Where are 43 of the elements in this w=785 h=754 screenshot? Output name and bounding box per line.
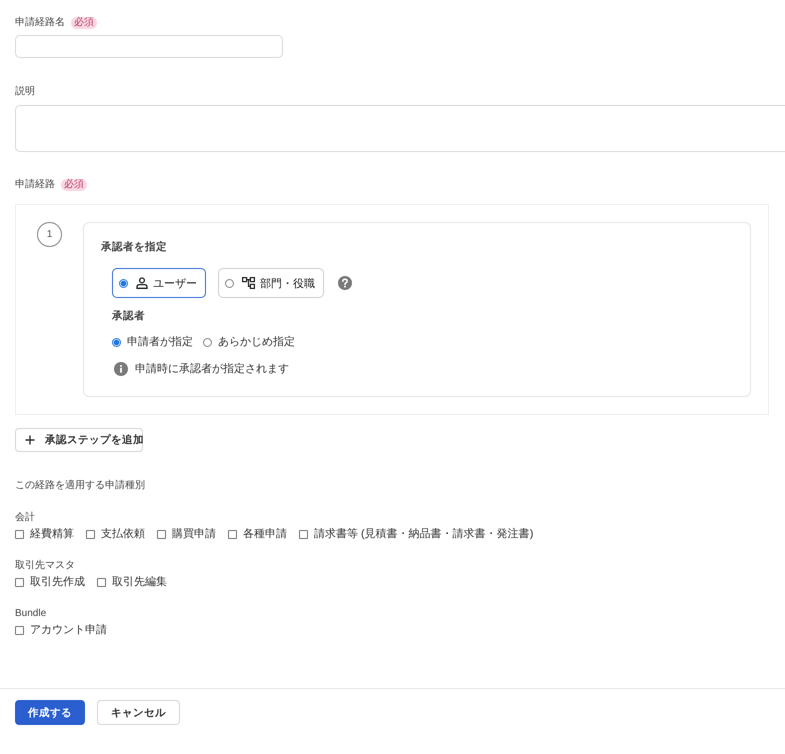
checkbox[interactable] (15, 578, 24, 586)
org-chart-icon (242, 277, 255, 289)
checkbox[interactable] (157, 530, 166, 538)
create-button[interactable]: 作成する (15, 700, 85, 725)
info-icon (114, 362, 128, 376)
checkbox-option[interactable]: 取引先編集 (97, 575, 167, 589)
checkbox-option[interactable]: 経費精算 (15, 527, 74, 541)
checkbox-option[interactable]: 各種申請 (228, 527, 287, 541)
cancel-button[interactable]: キャンセル (97, 700, 180, 725)
section-label: この経路を適用する申請種別 (15, 479, 145, 493)
group-label: 取引先マスタ (15, 560, 75, 572)
approver-label: 承認者 (112, 309, 145, 323)
required-badge: 必須 (71, 17, 97, 29)
field-label: 申請経路名 (15, 16, 65, 30)
group-label: Bundle (15, 608, 46, 620)
add-step-button[interactable]: 承認ステップを追加 (15, 428, 143, 452)
description-field[interactable] (15, 105, 785, 152)
checkbox[interactable] (228, 530, 237, 538)
checkbox[interactable] (97, 578, 106, 586)
section-title: 承認者を指定 (101, 240, 167, 254)
plus-icon (25, 435, 35, 445)
checkbox[interactable] (15, 626, 24, 634)
approver-type-option[interactable]: 部門・役職 (218, 268, 324, 298)
help-icon[interactable] (338, 276, 352, 290)
route-name-field[interactable] (15, 35, 283, 58)
approver-type-option[interactable]: ユーザー (112, 268, 206, 298)
checkbox-option[interactable]: 請求書等 (見積書・納品書・請求書・発注書) (299, 527, 534, 541)
field-label: 説明 (15, 85, 35, 99)
step-number: 1 (37, 222, 62, 247)
group-label: 会計 (15, 512, 35, 524)
checkbox-option[interactable]: 支払依頼 (86, 527, 145, 541)
radio-option[interactable]: 申請者が指定 (112, 335, 193, 349)
checkbox[interactable] (86, 530, 95, 538)
checkbox-option[interactable]: アカウント申請 (15, 623, 107, 637)
field-label: 申請経路 (15, 178, 55, 192)
radio-option[interactable]: あらかじめ指定 (203, 335, 295, 349)
checkbox-option[interactable]: 取引先作成 (15, 575, 85, 589)
checkbox[interactable] (299, 530, 308, 538)
person-icon (136, 277, 148, 289)
checkbox[interactable] (15, 530, 24, 538)
info-text: 申請時に承認者が指定されます (135, 362, 289, 376)
required-badge: 必須 (61, 179, 87, 191)
checkbox-option[interactable]: 購買申請 (157, 527, 216, 541)
